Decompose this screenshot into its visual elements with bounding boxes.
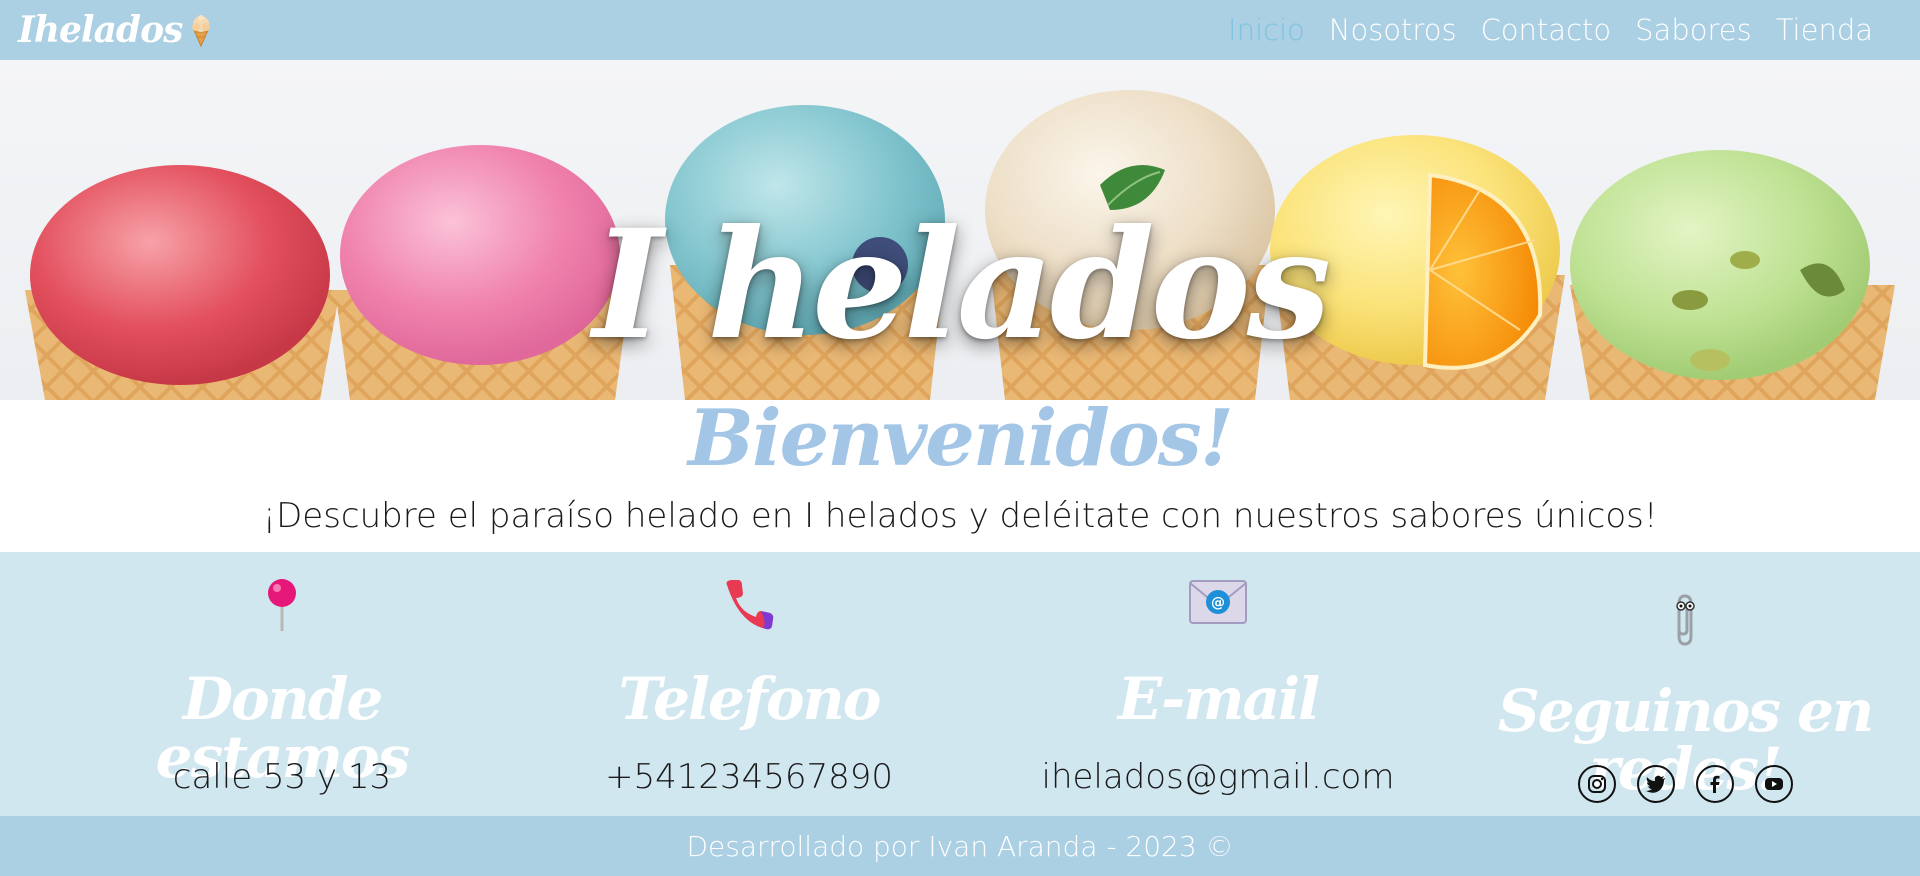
- nav-link-inicio[interactable]: Inicio: [1228, 13, 1305, 47]
- youtube-icon[interactable]: [1754, 765, 1793, 803]
- welcome-section: Bienvenidos! ¡Descubre el paraíso helado…: [0, 400, 1920, 552]
- contact-location: Donde estamos calle 53 y 13: [90, 552, 474, 816]
- contact-phone: Telefono +541234567890: [557, 552, 941, 816]
- contact-section: Donde estamos calle 53 y 13 Telefono +54…: [0, 552, 1920, 816]
- footer: Desarrollado por Ivan Aranda - 2023 ©: [0, 816, 1920, 876]
- hero-title: I helados: [592, 197, 1331, 373]
- brand-name[interactable]: Ihelados: [18, 9, 183, 51]
- nav-link-nosotros[interactable]: Nosotros: [1329, 13, 1457, 47]
- main-nav: Inicio Nosotros Contacto Sabores Tienda: [1228, 13, 1873, 47]
- social-links: [1460, 765, 1910, 803]
- navbar: Ihelados Inicio Nosotros Contacto Sabore…: [0, 0, 1920, 60]
- pushpin-icon: [265, 577, 299, 637]
- envelope-icon[interactable]: @: [1189, 580, 1247, 628]
- nav-link-tienda[interactable]: Tienda: [1776, 13, 1873, 47]
- welcome-subtitle: ¡Descubre el paraíso helado en I helados…: [262, 496, 1658, 536]
- location-value: calle 53 y 13: [172, 757, 392, 797]
- svg-text:@: @: [1211, 595, 1225, 611]
- hero-banner: I helados: [0, 60, 1920, 400]
- email-heading: E-mail: [1117, 665, 1320, 733]
- phone-heading: Telefono: [618, 665, 882, 733]
- instagram-icon[interactable]: [1577, 765, 1616, 803]
- telephone-icon[interactable]: [721, 577, 777, 637]
- twitter-icon[interactable]: [1636, 765, 1675, 803]
- contact-social: Seguinos en redes!: [1460, 552, 1910, 816]
- footer-credit: Desarrollado por Ivan Aranda - 2023 ©: [686, 829, 1234, 863]
- phone-value[interactable]: +541234567890: [557, 757, 941, 797]
- nav-link-sabores[interactable]: Sabores: [1635, 13, 1752, 47]
- contact-email: @ E-mail ihelados@gmail.com: [1026, 552, 1410, 816]
- paperclip-icon: [1668, 590, 1702, 652]
- brand-logo[interactable]: Ihelados: [18, 9, 214, 51]
- ice-cream-icon: [188, 13, 214, 48]
- email-value[interactable]: ihelados@gmail.com: [1026, 757, 1410, 797]
- nav-link-contacto[interactable]: Contacto: [1481, 13, 1612, 47]
- facebook-icon[interactable]: [1695, 765, 1734, 803]
- welcome-title: Bienvenidos!: [688, 393, 1234, 484]
